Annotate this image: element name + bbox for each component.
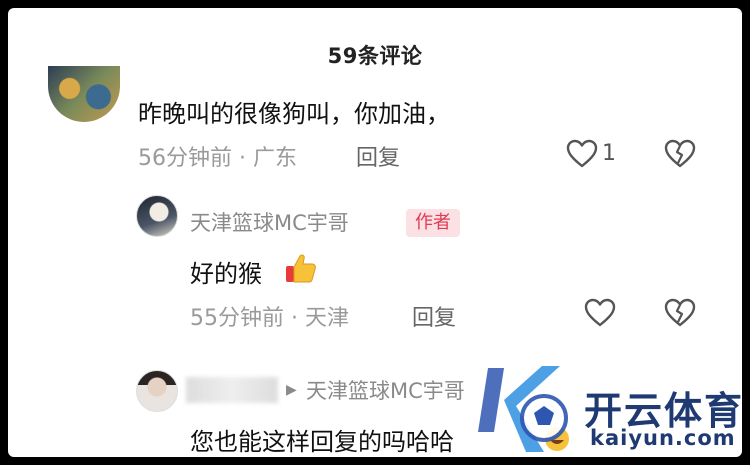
kaiyun-logo: [478, 366, 568, 452]
heart-icon[interactable]: [584, 298, 616, 328]
author-badge: 作者: [406, 209, 460, 237]
reply-text: 好的猴: [190, 260, 262, 288]
avatar[interactable]: [136, 370, 178, 412]
reply-meta: 55分钟前 · 天津: [190, 300, 349, 332]
comment-time: 56分钟前: [138, 146, 232, 171]
like-count: 1: [602, 141, 616, 166]
broken-heart-icon[interactable]: [664, 139, 696, 169]
avatar[interactable]: [48, 66, 120, 122]
reply-button[interactable]: 回复: [356, 140, 400, 172]
reply-button[interactable]: 回复: [412, 300, 456, 332]
comment-text: 昨晚叫的很像狗叫，你加油，: [138, 100, 450, 128]
comment-location: 广东: [253, 146, 298, 171]
username[interactable]: 天津篮球MC宇哥: [190, 207, 349, 237]
watermark-domain: kaiyun.com: [590, 426, 736, 450]
avatar[interactable]: [136, 195, 178, 237]
blurred-username: [186, 377, 278, 403]
thumbs-up-emoji: [286, 254, 316, 283]
reply-target-username[interactable]: 天津篮球MC宇哥: [306, 375, 465, 405]
comment-meta: 56分钟前 · 广东: [138, 140, 297, 172]
reply-text: 您也能这样回复的吗哈哈: [190, 428, 454, 456]
triangle-arrow-icon: ▶: [286, 382, 297, 398]
separator-dot: ·: [239, 146, 253, 171]
comment-panel: 59条评论 昨晚叫的很像狗叫，你加油， 56分钟前 · 广东 回复 1 天津篮球…: [8, 8, 742, 457]
reply-location: 天津: [305, 306, 350, 331]
separator-dot: ·: [291, 306, 305, 331]
heart-icon[interactable]: [566, 139, 598, 169]
broken-heart-icon[interactable]: [664, 298, 696, 328]
reply-time: 55分钟前: [190, 306, 284, 331]
